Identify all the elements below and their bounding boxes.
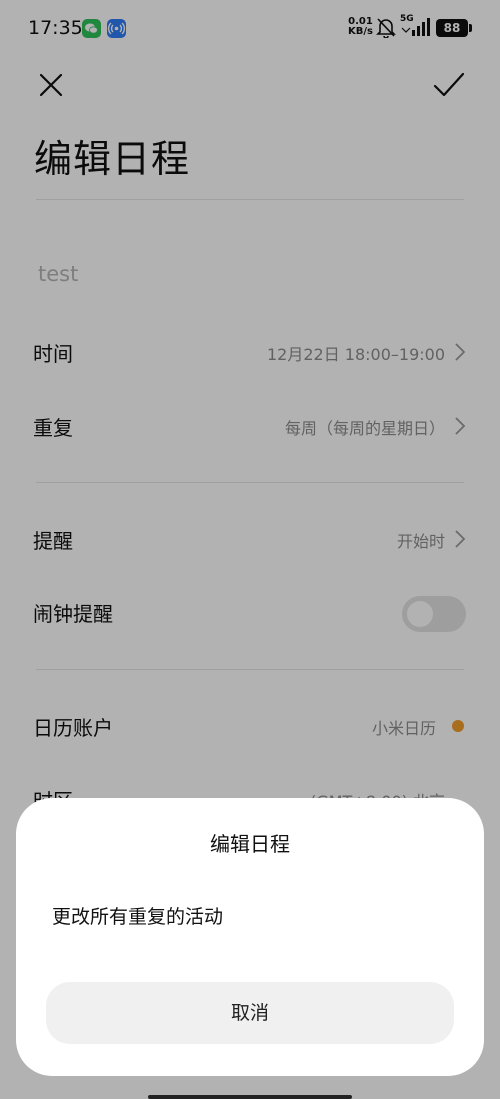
cancel-button[interactable]: 取消 <box>46 982 454 1044</box>
home-indicator[interactable] <box>148 1095 352 1099</box>
dialog-title: 编辑日程 <box>210 832 290 856</box>
edit-event-dialog: 编辑日程 更改所有重复的活动 取消 <box>16 798 484 1076</box>
change-all-recurring-option[interactable]: 更改所有重复的活动 <box>52 902 223 929</box>
